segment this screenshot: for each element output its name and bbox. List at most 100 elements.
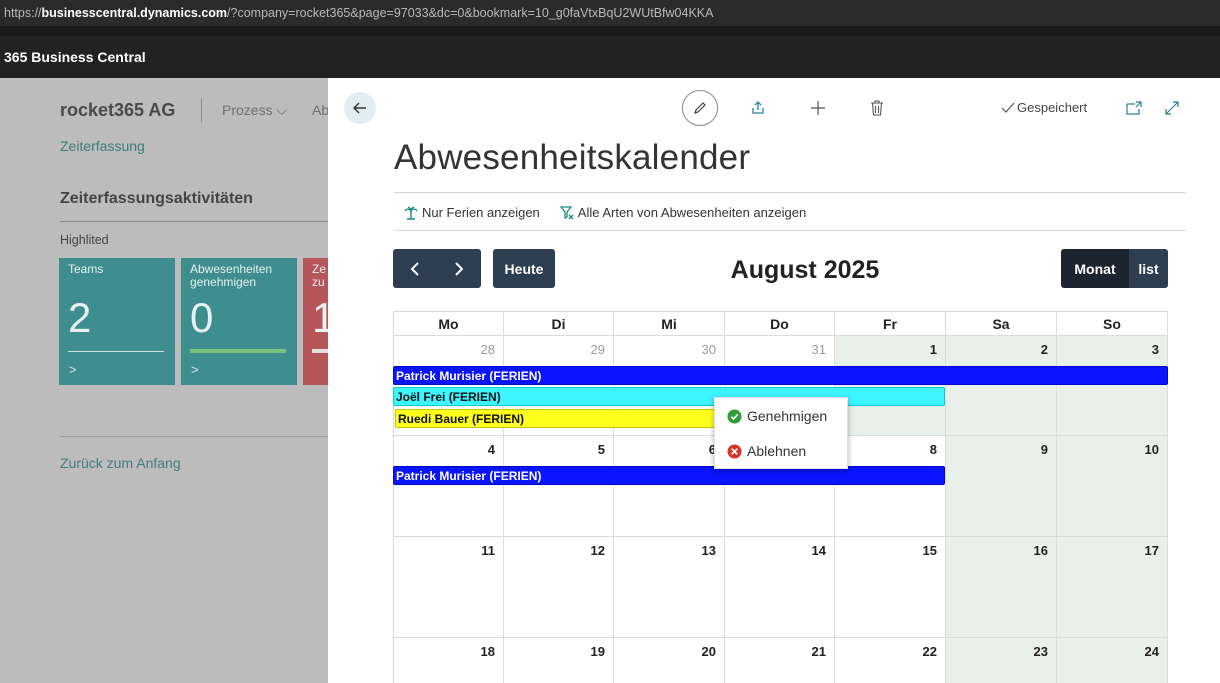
day-cell[interactable]: 17 [1057, 537, 1168, 638]
day-number: 4 [487, 442, 495, 457]
back-button[interactable] [344, 92, 376, 124]
new-button[interactable] [808, 98, 828, 118]
day-number: 24 [1144, 644, 1159, 659]
checkmark-icon [1001, 102, 1015, 113]
open-window-icon [1126, 101, 1142, 115]
day-cell[interactable]: 22 [835, 638, 946, 683]
view-month-button[interactable]: Monat [1061, 249, 1129, 288]
action-label: Nur Ferien anzeigen [422, 205, 540, 220]
chevron-right-icon: > [191, 362, 199, 377]
menu-divider [201, 98, 202, 122]
day-number: 9 [1040, 442, 1048, 457]
day-cell[interactable]: 4 [393, 436, 504, 537]
today-button[interactable]: Heute [493, 249, 555, 288]
arrow-left-icon [353, 102, 366, 114]
day-cell[interactable]: 20 [614, 638, 725, 683]
page-title: Abwesenheitskalender [394, 138, 751, 177]
plus-icon [811, 101, 825, 115]
menu-item-label: Ablehnen [747, 443, 807, 459]
day-cell[interactable]: 18 [393, 638, 504, 683]
url-host: businesscentral.dynamics.com [41, 6, 228, 20]
action-bar: Nur Ferien anzeigen Alle Arten von Abwes… [404, 205, 806, 220]
day-cell[interactable]: 23 [946, 638, 1057, 683]
open-new-window-button[interactable] [1124, 98, 1144, 118]
expand-button[interactable] [1162, 98, 1182, 118]
weekday-header: Fr [835, 311, 946, 336]
tile-bar [68, 351, 164, 352]
approve-menu-item[interactable]: Genehmigen [727, 408, 827, 424]
tile-zeiterfassung[interactable]: Ze zu 1 [303, 258, 330, 385]
section-divider [60, 221, 330, 222]
view-list-button[interactable]: list [1129, 249, 1168, 288]
tile-abwesenheiten-genehmigen[interactable]: Abwesenheiten genehmigen 0 > [181, 258, 297, 385]
day-cell[interactable]: 24 [1057, 638, 1168, 683]
day-cell[interactable]: 9 [946, 436, 1057, 537]
day-number: 19 [590, 644, 605, 659]
day-cell[interactable]: 21 [725, 638, 835, 683]
saved-label: Gespeichert [1017, 100, 1088, 115]
edit-button[interactable] [682, 90, 718, 126]
show-all-absences-action[interactable]: Alle Arten von Abwesenheiten anzeigen [559, 205, 807, 220]
day-cell[interactable]: 11 [393, 537, 504, 638]
day-cell[interactable]: 2 [946, 336, 1057, 436]
share-button[interactable] [748, 98, 768, 118]
absence-event[interactable]: Joël Frei (FERIEN) [393, 387, 945, 406]
day-number: 11 [481, 543, 495, 558]
day-cell[interactable]: 10 [1057, 436, 1168, 537]
day-number: 20 [701, 644, 716, 659]
app-title-bar: 365 Business Central [0, 36, 1220, 78]
link-zeiterfassung[interactable]: Zeiterfassung [60, 138, 145, 154]
absence-event[interactable]: Patrick Murisier (FERIEN) [393, 366, 1168, 385]
day-number: 23 [1033, 644, 1048, 659]
day-number: 28 [480, 342, 495, 357]
weekday-header: Mo [393, 311, 504, 336]
url-path: /?company=rocket365&page=97033&dc=0&book… [227, 6, 714, 20]
weekday-header: Do [725, 311, 835, 336]
background-role-center: rocket365 AG Prozess ⌵ Ab Zeiterfassung … [0, 78, 330, 683]
day-cell[interactable]: 14 [725, 537, 835, 638]
day-number: 21 [811, 644, 826, 659]
pencil-icon [694, 102, 706, 114]
action-label: Alle Arten von Abwesenheiten anzeigen [577, 205, 807, 220]
address-bar[interactable]: https://businesscentral.dynamics.com/?co… [0, 0, 1220, 26]
day-cell[interactable]: 8 [835, 436, 946, 537]
share-icon [752, 101, 764, 114]
day-cell[interactable]: 13 [614, 537, 725, 638]
day-number: 2 [1040, 342, 1048, 357]
day-number: 31 [811, 342, 826, 357]
menu-ab[interactable]: Ab [312, 102, 329, 118]
back-to-top-link[interactable]: Zurück zum Anfang [60, 455, 181, 471]
weekday-header: So [1057, 311, 1168, 336]
reject-menu-item[interactable]: Ablehnen [727, 443, 806, 459]
title-divider [394, 192, 1186, 193]
day-cell[interactable]: 6 [614, 436, 725, 537]
day-cell[interactable]: 15 [835, 537, 946, 638]
day-cell[interactable]: 12 [504, 537, 614, 638]
day-number: 5 [597, 442, 605, 457]
tile-teams[interactable]: Teams 2 > [59, 258, 175, 385]
delete-button[interactable] [867, 98, 887, 118]
x-circle-icon [727, 443, 742, 459]
trash-icon [871, 100, 883, 116]
day-number: 18 [480, 644, 495, 659]
month-calendar: Mo Di Mi Do Fr Sa So 28 29 30 31 1 2 3 4… [393, 311, 1168, 683]
day-number: 10 [1144, 442, 1159, 457]
company-name[interactable]: rocket365 AG [60, 100, 175, 121]
prev-month-button[interactable] [393, 249, 437, 288]
next-month-button[interactable] [437, 249, 481, 288]
day-cell[interactable]: 19 [504, 638, 614, 683]
absence-event[interactable]: Patrick Murisier (FERIEN) [393, 466, 945, 485]
month-title: August 2025 [730, 256, 880, 284]
day-cell[interactable]: 16 [946, 537, 1057, 638]
day-cell[interactable]: 1 [835, 336, 946, 436]
show-only-holidays-action[interactable]: Nur Ferien anzeigen [404, 205, 540, 220]
day-cell[interactable]: 3 [1057, 336, 1168, 436]
day-cell[interactable]: 5 [504, 436, 614, 537]
absence-event[interactable]: Ruedi Bauer (FERIEN) [395, 409, 725, 428]
day-number: 1 [929, 342, 937, 357]
weekday-header: Di [504, 311, 614, 336]
day-number: 17 [1144, 543, 1159, 558]
day-number: 3 [1151, 342, 1159, 357]
day-number: 29 [590, 342, 605, 357]
menu-prozess[interactable]: Prozess ⌵ [222, 102, 287, 119]
